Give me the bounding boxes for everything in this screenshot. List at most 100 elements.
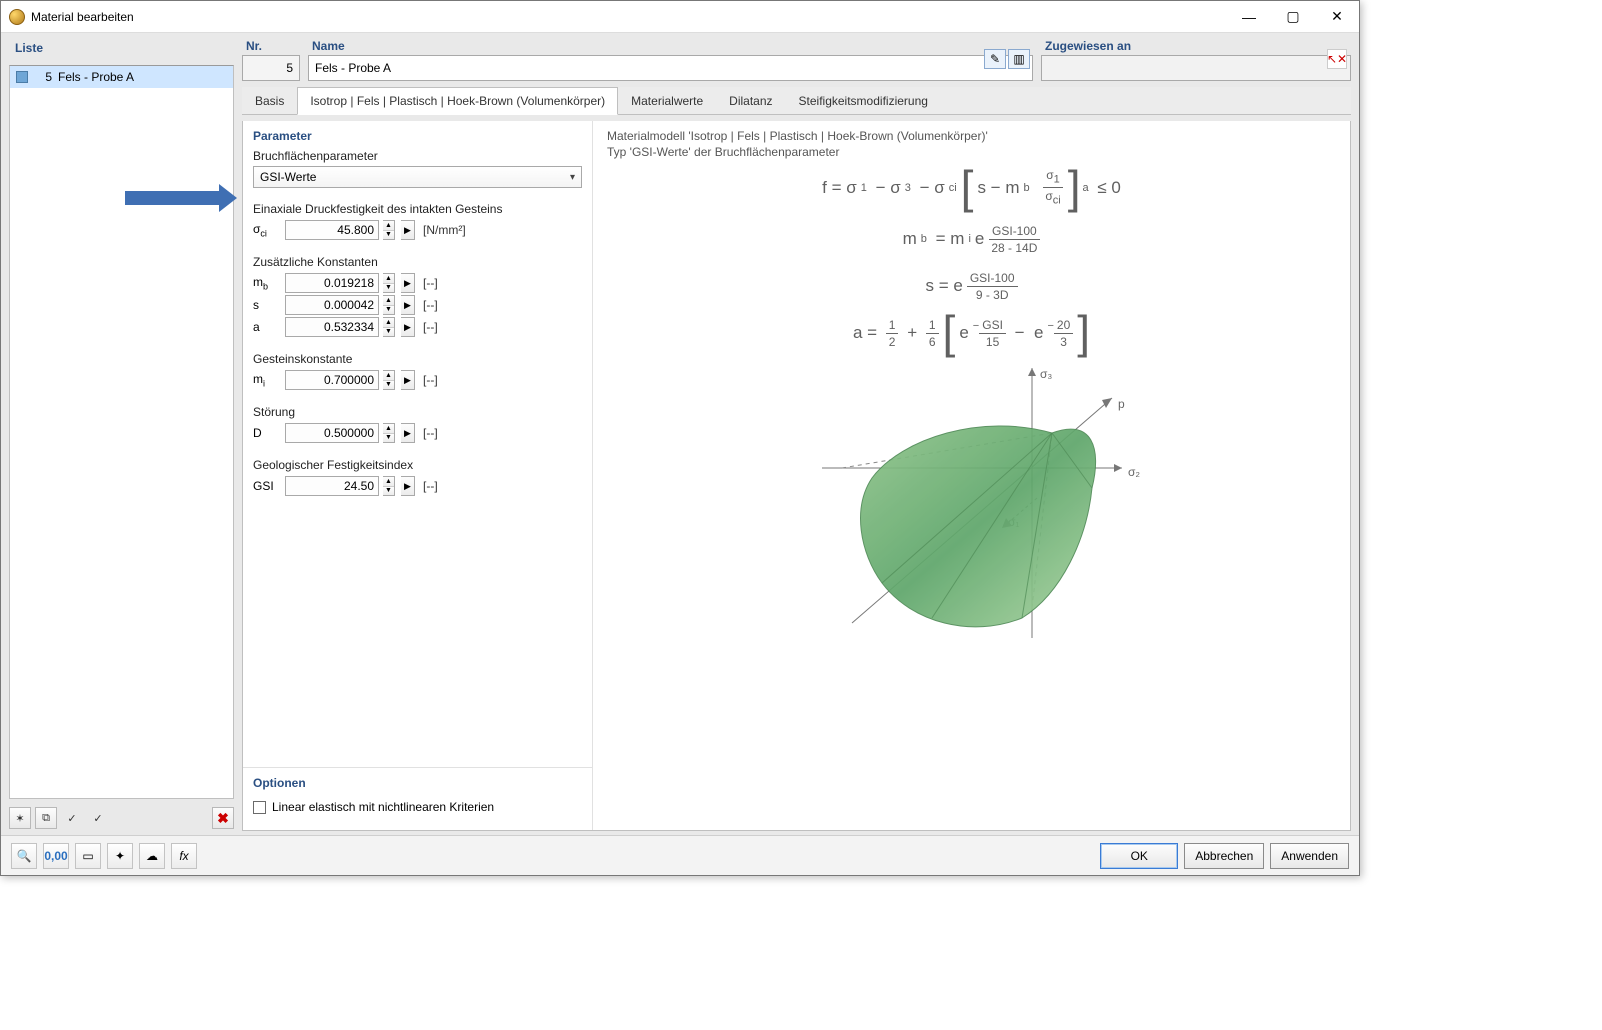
failure-surface-label: Bruchflächenparameter [253,149,582,163]
name-input[interactable]: Fels - Probe A [308,55,1033,81]
sigma-ci-input[interactable]: 45.800 [285,220,379,240]
nr-input[interactable]: 5 [242,55,300,81]
library-button[interactable]: ▥ [1008,49,1030,69]
mi-input[interactable]: 0.700000 [285,370,379,390]
mi-spinner[interactable]: ▲▼ [383,370,395,390]
tab-basis[interactable]: Basis [242,87,297,114]
svg-text:p: p [1118,397,1125,411]
d-spinner[interactable]: ▲▼ [383,423,395,443]
parameter-column: Parameter Bruchflächenparameter GSI-Wert… [243,121,593,830]
info-line-1: Materialmodell 'Isotrop | Fels | Plastis… [607,129,1336,143]
mb-unit: [--] [419,276,582,290]
list-item-number: 5 [34,70,52,84]
tab-materialwerte[interactable]: Materialwerte [618,87,716,114]
mb-more-button[interactable]: ▶ [401,273,415,293]
d-input[interactable]: 0.500000 [285,423,379,443]
mb-input[interactable]: 0.019218 [285,273,379,293]
formula-area: f = σ1 − σ3 − σci [ s − mb σ1σci ]a ≤ 0 … [607,169,1336,348]
cancel-button[interactable]: Abbrechen [1184,843,1264,869]
gsi-spinner[interactable]: ▲▼ [383,476,395,496]
a-spinner[interactable]: ▲▼ [383,317,395,337]
delete-item-button[interactable]: ✖ [212,807,234,829]
footer-tool-4[interactable]: ✦ [107,843,133,869]
material-list[interactable]: 5 Fels - Probe A [9,65,234,799]
window-close-button[interactable]: ✕ [1315,1,1359,33]
gsi-more-button[interactable]: ▶ [401,476,415,496]
copy-item-button[interactable]: ⧉ [35,807,57,829]
options-section-title: Optionen [243,768,592,796]
s-spinner[interactable]: ▲▼ [383,295,395,315]
tab-strip: Basis Isotrop | Fels | Plastisch | Hoek-… [242,87,1351,115]
toolbar-button-3[interactable]: ✓ [61,807,83,829]
new-item-button[interactable]: ✶ [9,807,31,829]
mi-unit: [--] [419,373,582,387]
footer-tool-1[interactable]: 🔍 [11,843,37,869]
d-unit: [--] [419,426,582,440]
pick-objects-button[interactable]: ↖✕ [1327,49,1347,69]
apply-button[interactable]: Anwenden [1270,843,1349,869]
assigned-field-group: Zugewiesen an ↖✕ [1041,37,1351,81]
dialog-window: Material bearbeiten — ▢ ✕ Liste 5 Fels -… [0,0,1360,876]
sigma-ci-symbol: σci [253,222,281,238]
right-panel: Nr. 5 Name Fels - Probe A ✎ ▥ Zugewiesen… [242,37,1351,831]
list-toolbar: ✶ ⧉ ✓ ✓ ✖ [9,805,234,831]
titlebar: Material bearbeiten — ▢ ✕ [1,1,1359,33]
tab-dilatanz[interactable]: Dilatanz [716,87,785,114]
assigned-input[interactable] [1041,55,1351,81]
tab-steifigkeit[interactable]: Steifigkeitsmodifizierung [786,87,941,114]
header-row: Nr. 5 Name Fels - Probe A ✎ ▥ Zugewiesen… [242,37,1351,81]
window-title: Material bearbeiten [31,10,1227,24]
left-panel: Liste 5 Fels - Probe A ✶ ⧉ ✓ ✓ ✖ [9,37,234,831]
gsi-label: Geologischer Festigkeitsindex [253,458,582,472]
formula-f: f = σ1 − σ3 − σci [ s − mb σ1σci ]a ≤ 0 [822,169,1121,207]
nr-label: Nr. [242,37,300,55]
info-column: Materialmodell 'Isotrop | Fels | Plastis… [593,121,1350,830]
linear-elastic-checkbox[interactable] [253,801,266,814]
disturbance-label: Störung [253,405,582,419]
name-label: Name [308,37,1033,55]
svg-text:σ₂: σ₂ [1128,465,1140,479]
d-more-button[interactable]: ▶ [401,423,415,443]
mb-symbol: mb [253,275,281,291]
name-field-group: Name Fels - Probe A ✎ ▥ [308,37,1033,81]
window-minimize-button[interactable]: — [1227,1,1271,33]
footer-tool-3[interactable]: ▭ [75,843,101,869]
yield-surface-diagram: σ₂ σ₃ p σ₁ [607,358,1336,648]
dialog-footer: 🔍 0,00 ▭ ✦ ☁ fx OK Abbrechen Anwenden [1,835,1359,875]
list-item-name: Fels - Probe A [58,70,134,84]
failure-surface-combo[interactable]: GSI-Werte ▾ [253,166,582,188]
tab-content: Parameter Bruchflächenparameter GSI-Wert… [242,121,1351,831]
mi-symbol: mi [253,372,281,388]
assigned-label: Zugewiesen an [1041,37,1351,55]
d-symbol: D [253,426,281,440]
pencil-icon: ✎ [990,52,1000,66]
s-more-button[interactable]: ▶ [401,295,415,315]
ok-button[interactable]: OK [1100,843,1178,869]
chevron-down-icon: ▾ [570,172,575,183]
footer-tool-5[interactable]: ☁ [139,843,165,869]
sigma-ci-spinner[interactable]: ▲▼ [383,220,395,240]
a-unit: [--] [419,320,582,334]
mi-more-button[interactable]: ▶ [401,370,415,390]
list-item[interactable]: 5 Fels - Probe A [10,66,233,88]
mb-spinner[interactable]: ▲▼ [383,273,395,293]
sigma-ci-more-button[interactable]: ▶ [401,220,415,240]
delete-icon: ✖ [217,810,229,827]
gsi-symbol: GSI [253,479,281,493]
sigma-ci-unit: [N/mm²] [419,223,582,237]
toolbar-button-4[interactable]: ✓ [87,807,109,829]
footer-tool-units[interactable]: 0,00 [43,843,69,869]
linear-elastic-label: Linear elastisch mit nichtlinearen Krite… [272,800,494,814]
gsi-input[interactable]: 24.50 [285,476,379,496]
cursor-icon: ↖✕ [1327,52,1347,66]
s-input[interactable]: 0.000042 [285,295,379,315]
rock-constant-label: Gesteinskonstante [253,352,582,366]
a-more-button[interactable]: ▶ [401,317,415,337]
formula-s: s = eGSI-1009 - 3D [925,272,1017,301]
tab-hoek-brown[interactable]: Isotrop | Fels | Plastisch | Hoek-Brown … [297,87,618,115]
window-maximize-button[interactable]: ▢ [1271,1,1315,33]
edit-name-button[interactable]: ✎ [984,49,1006,69]
uniaxial-label: Einaxiale Druckfestigkeit des intakten G… [253,202,582,216]
footer-tool-fx[interactable]: fx [171,843,197,869]
a-input[interactable]: 0.532334 [285,317,379,337]
